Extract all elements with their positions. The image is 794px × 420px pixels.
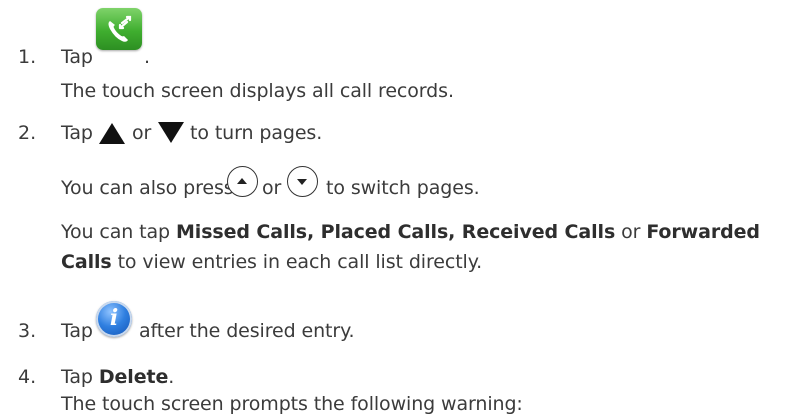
step-1-number: 1. [18, 46, 37, 68]
step-4-tap: Tap [61, 366, 93, 388]
step-1-result: The touch screen displays all call recor… [61, 80, 454, 102]
up-triangle-icon [99, 123, 125, 144]
step-4-number: 4. [18, 366, 37, 388]
step-2-or: or [132, 122, 152, 144]
tap-lists-prefix: You can tap [61, 221, 171, 243]
step-2-press-text: You can also press [61, 177, 234, 199]
info-icon: i [96, 301, 132, 337]
step-2-switch-pages: to switch pages. [326, 177, 480, 199]
step-4-period: . [168, 366, 175, 388]
calls-label: Calls [61, 251, 112, 273]
step-1-period: . [144, 46, 150, 68]
call-log-icon [96, 8, 142, 50]
step-2-turn-pages: to turn pages. [190, 122, 323, 144]
step-2-tap-lists-line-1: You can tap Missed Calls, Placed Calls, … [61, 220, 760, 244]
step-4-tap-line: Tap Delete. [61, 365, 174, 389]
page-down-key-icon [287, 166, 318, 197]
step-2-press-or: or [262, 177, 282, 199]
page-up-key-icon [227, 166, 258, 197]
step-3-tap: Tap [61, 320, 93, 342]
step-4-warning-text: The touch screen prompts the following w… [61, 393, 523, 415]
step-2-number: 2. [18, 122, 37, 144]
forwarded-label: Forwarded [646, 221, 760, 243]
step-3-number: 3. [18, 320, 37, 342]
step-2-tap-lists-line-2: Calls to view entries in each call list … [61, 250, 482, 274]
tap-lists-or: or [621, 221, 641, 243]
step-3-after-entry: after the desired entry. [139, 320, 355, 342]
tap-lists-suffix: to view entries in each call list direct… [117, 251, 483, 273]
step-2-tap: Tap [61, 122, 93, 144]
delete-label: Delete [98, 366, 169, 388]
step-1-tap: Tap [61, 46, 93, 68]
call-list-names: Missed Calls, Placed Calls, Received Cal… [175, 221, 616, 243]
down-triangle-icon [158, 122, 184, 143]
